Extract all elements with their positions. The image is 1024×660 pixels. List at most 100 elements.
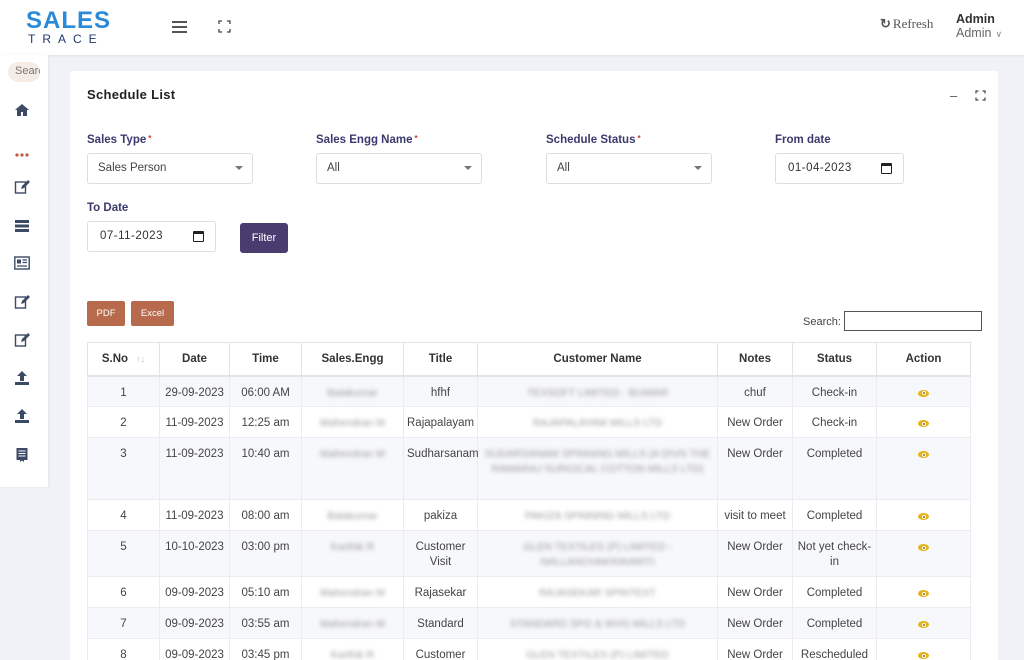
view-eye-icon[interactable] bbox=[918, 451, 929, 458]
cell-notes: New Order bbox=[717, 638, 793, 660]
user-menu[interactable]: Admin Admin ∨ bbox=[956, 12, 1002, 40]
cell-notes: chuf bbox=[717, 375, 793, 407]
view-eye-icon[interactable] bbox=[918, 590, 929, 597]
cell-date: 29-09-2023 bbox=[159, 375, 230, 407]
cell-action bbox=[876, 375, 971, 407]
sort-icon[interactable]: ↑↓ bbox=[136, 354, 145, 364]
column-header-status[interactable]: Status bbox=[792, 342, 877, 377]
upload-icon[interactable] bbox=[14, 370, 30, 386]
cell-title: Customer bbox=[403, 638, 478, 660]
more-icon[interactable] bbox=[14, 147, 30, 163]
column-header-time[interactable]: Time bbox=[229, 342, 302, 377]
filter-button[interactable]: Filter bbox=[240, 223, 288, 253]
sales-type-label: Sales Type * bbox=[87, 134, 152, 146]
column-header-sales-engg[interactable]: Sales.Engg bbox=[301, 342, 404, 377]
view-eye-icon[interactable] bbox=[918, 652, 929, 659]
sales-engg-label: Sales Engg Name * bbox=[316, 134, 418, 146]
view-eye-icon[interactable] bbox=[918, 544, 929, 551]
table-row: 4 11-09-2023 08:00 am Balakumar pakiza P… bbox=[87, 499, 971, 531]
view-eye-icon[interactable] bbox=[918, 389, 929, 397]
logo-text-top: SALES bbox=[26, 7, 112, 34]
page-title: Schedule List bbox=[87, 87, 176, 102]
column-header-notes[interactable]: Notes bbox=[717, 342, 793, 377]
report-icon[interactable] bbox=[14, 447, 30, 463]
cell-date: 09-09-2023 bbox=[159, 607, 230, 639]
cell-title: Standard bbox=[403, 607, 478, 639]
cell-status: Not yet check-in bbox=[792, 530, 877, 577]
view-eye-icon[interactable] bbox=[918, 621, 929, 628]
news-icon[interactable] bbox=[14, 255, 30, 271]
cell-status: Check-in bbox=[792, 375, 877, 407]
fullscreen-icon[interactable] bbox=[218, 20, 231, 33]
column-header-customer[interactable]: Customer Name bbox=[477, 342, 718, 377]
expand-icon[interactable] bbox=[974, 90, 986, 101]
cell-action bbox=[876, 576, 971, 608]
schedule-status-select[interactable]: All bbox=[546, 153, 712, 184]
sales-type-select[interactable]: Sales Person bbox=[87, 153, 253, 184]
cell-status: Completed bbox=[792, 607, 877, 639]
home-icon[interactable] bbox=[14, 102, 30, 118]
sidebar-search-input[interactable]: Search bbox=[8, 62, 40, 82]
cell-status: Completed bbox=[792, 437, 877, 500]
refresh-label: Refresh bbox=[892, 16, 934, 31]
cell-title: Rajapalayam bbox=[403, 406, 478, 438]
cell-action bbox=[876, 607, 971, 639]
sales-trace-logo[interactable]: SALES TRACE bbox=[26, 9, 116, 47]
cell-notes: New Order bbox=[717, 406, 793, 438]
menu-toggle-icon[interactable] bbox=[172, 21, 187, 33]
edit-icon[interactable] bbox=[14, 332, 30, 348]
cell-date: 09-09-2023 bbox=[159, 576, 230, 608]
cell-sno: 6 bbox=[87, 576, 160, 608]
column-header-date[interactable]: Date bbox=[159, 342, 230, 377]
cell-customer: GLEN TEXTILES (P) LIMITED - NALLANCHAKRA… bbox=[477, 530, 718, 577]
column-header-title[interactable]: Title bbox=[403, 342, 478, 377]
cell-sno: 2 bbox=[87, 406, 160, 438]
from-date-input[interactable]: 01-04-2023 bbox=[775, 153, 904, 184]
minimize-icon[interactable]: – bbox=[950, 88, 957, 103]
cell-sno: 5 bbox=[87, 530, 160, 577]
cell-status: Rescheduled bbox=[792, 638, 877, 660]
upload-icon[interactable] bbox=[14, 408, 30, 424]
list-icon[interactable] bbox=[14, 218, 30, 234]
cell-action bbox=[876, 499, 971, 531]
top-header: SALES TRACE ↻ Refresh Admin Admin ∨ bbox=[0, 0, 1024, 55]
cell-notes: visit to meet bbox=[717, 499, 793, 531]
schedule-table: S.No ↑↓ Date Time Sales.Engg Title Custom… bbox=[87, 342, 971, 660]
cell-sno: 8 bbox=[87, 638, 160, 660]
search-label: Search: bbox=[803, 316, 841, 328]
cell-sales-engg: Balakumar bbox=[301, 499, 404, 531]
cell-status: Completed bbox=[792, 499, 877, 531]
table-row: 5 10-10-2023 03:00 pm Karthik R Customer… bbox=[87, 530, 971, 577]
cell-sno: 3 bbox=[87, 437, 160, 500]
table-row: 8 09-09-2023 03:45 pm Karthik R Customer… bbox=[87, 638, 971, 660]
cell-sales-engg: Mahendran M bbox=[301, 406, 404, 438]
cell-time: 03:55 am bbox=[229, 607, 302, 639]
calendar-icon[interactable] bbox=[193, 231, 204, 242]
cell-time: 06:00 AM bbox=[229, 375, 302, 407]
view-eye-icon[interactable] bbox=[918, 420, 929, 427]
cell-time: 05:10 am bbox=[229, 576, 302, 608]
refresh-button[interactable]: ↻ Refresh bbox=[880, 16, 933, 32]
to-date-input[interactable]: 07-11-2023 bbox=[87, 221, 216, 252]
table-header-row: S.No ↑↓ Date Time Sales.Engg Title Custom… bbox=[87, 342, 971, 377]
table-search-input[interactable] bbox=[844, 311, 982, 331]
edit-icon[interactable] bbox=[14, 294, 30, 310]
edit-icon[interactable] bbox=[14, 179, 30, 195]
cell-customer: RAJASEKAR SPINTEXT bbox=[477, 576, 718, 608]
cell-sno: 7 bbox=[87, 607, 160, 639]
pdf-export-button[interactable]: PDF bbox=[87, 301, 125, 326]
column-header-sno[interactable]: S.No ↑↓ bbox=[87, 342, 160, 377]
cell-sno: 1 bbox=[87, 375, 160, 407]
cell-date: 09-09-2023 bbox=[159, 638, 230, 660]
sales-engg-select[interactable]: All bbox=[316, 153, 482, 184]
schedule-status-label: Schedule Status * bbox=[546, 134, 641, 146]
column-header-action: Action bbox=[876, 342, 971, 377]
cell-action bbox=[876, 638, 971, 660]
cell-customer: SUDARSANAM SPINNING MILLS (A DIVN THE RA… bbox=[477, 437, 718, 500]
view-eye-icon[interactable] bbox=[918, 513, 929, 520]
excel-export-button[interactable]: Excel bbox=[131, 301, 174, 326]
table-row: 7 09-09-2023 03:55 am Mahendran M Standa… bbox=[87, 607, 971, 639]
calendar-icon[interactable] bbox=[881, 163, 892, 174]
sales-engg-value: All bbox=[327, 162, 340, 174]
card-tools: – bbox=[936, 88, 986, 103]
